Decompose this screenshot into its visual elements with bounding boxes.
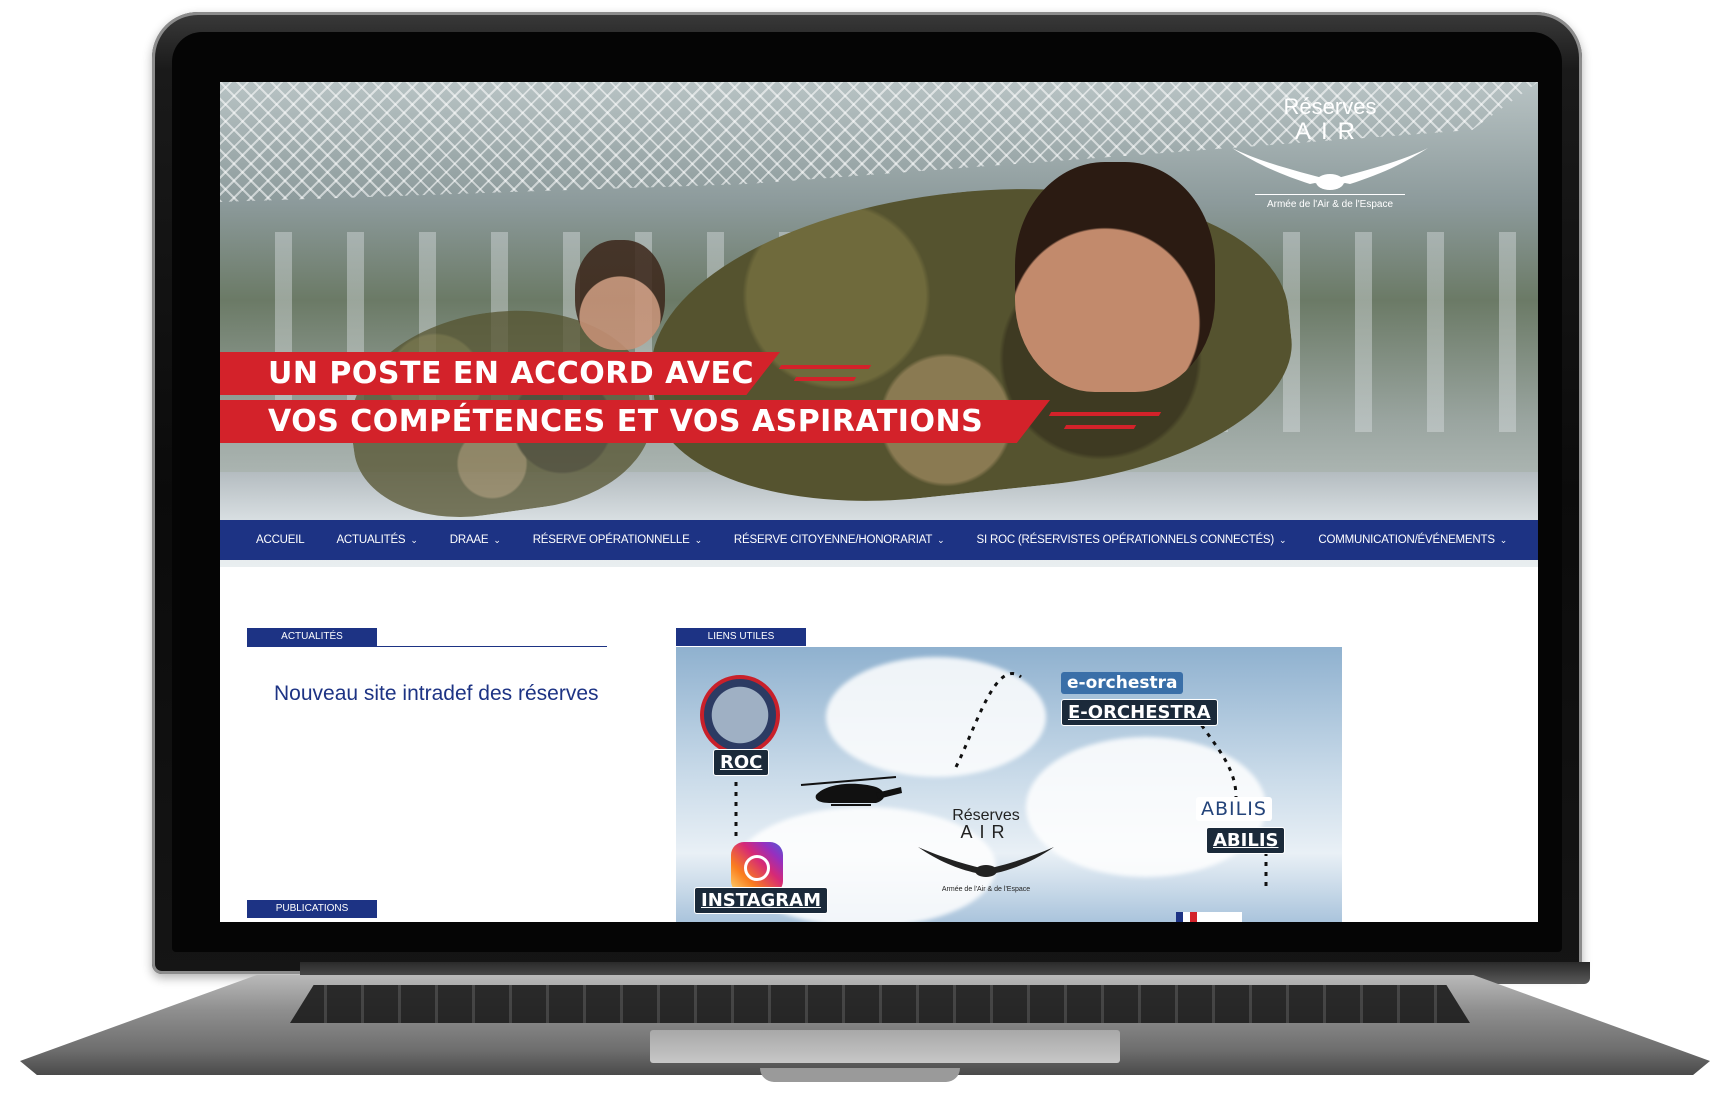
- main-navigation: ACCUEIL ACTUALITÉS ⌄ DRAAE ⌄ RÉSERVE OPÉRA…: [220, 520, 1538, 560]
- center-logo-line-3: Armée de l'Air & de l'Espace: [941, 886, 1031, 893]
- section-tag-publications: PUBLICATIONS: [247, 900, 377, 918]
- chevron-down-icon: ⌄: [1279, 534, 1287, 545]
- banner-streak: [1048, 412, 1162, 416]
- useful-links-panel: ROC e-orchestra E-ORCHESTRA ABILIS ABILI…: [676, 647, 1342, 922]
- soldier-foreground-head: [1015, 162, 1215, 392]
- laptop-trackpad: [650, 1030, 1120, 1063]
- nav-item-label: ACTUALITÉS: [336, 534, 406, 546]
- chevron-down-icon: ⌄: [694, 534, 703, 545]
- instagram-link[interactable]: INSTAGRAM: [694, 887, 829, 914]
- news-item-title[interactable]: Nouveau site intradef des réserves: [274, 682, 599, 706]
- laptop-notch: [760, 1068, 960, 1082]
- logo-line-3: Armée de l'Air & de l'Espace: [1255, 194, 1405, 210]
- e-orchestra-logo[interactable]: e-orchestra: [1061, 672, 1184, 694]
- hero-banner-line-1: UN POSTE EN ACCORD AVEC: [220, 352, 780, 395]
- roc-emblem-icon[interactable]: [700, 675, 780, 755]
- chevron-down-icon: ⌄: [937, 534, 945, 545]
- reserves-air-logo[interactable]: Réserves AIR Armée de l'Air & de l'Espac…: [1220, 92, 1440, 222]
- abilis-link[interactable]: ABILIS: [1206, 827, 1286, 854]
- logo-line-1: Réserves: [1283, 94, 1377, 119]
- chevron-down-icon: ⌄: [1499, 534, 1508, 545]
- e-orchestra-link[interactable]: E-ORCHESTRA: [1061, 699, 1218, 726]
- hero-banner-image: UN POSTE EN ACCORD AVEC VOS COMPÉTENCES …: [220, 82, 1538, 567]
- laptop-keyboard: [290, 985, 1470, 1023]
- nav-item-accueil[interactable]: ACCUEIL: [220, 534, 320, 546]
- nav-item-label: SI ROC (RÉSERVISTES OPÉRATIONNELS CONNEC…: [976, 534, 1275, 546]
- banner-streak: [1063, 425, 1137, 429]
- nav-item-label: DRAAE: [449, 534, 489, 546]
- banner-streak: [793, 377, 857, 381]
- reserves-air-center-logo: Réserves AIR Armée de l'Air & de l'Espac…: [916, 807, 1056, 893]
- divider: [247, 646, 607, 647]
- nav-item-label: COMMUNICATION/ÉVÉNEMENTS: [1318, 534, 1495, 546]
- soldier-background-head: [575, 240, 665, 350]
- nav-item-draae[interactable]: DRAAE ⌄: [434, 534, 517, 546]
- abilis-logo[interactable]: ABILIS: [1196, 797, 1272, 821]
- wings-handshake-icon: [918, 847, 1054, 877]
- nav-item-si-roc[interactable]: SI ROC (RÉSERVISTES OPÉRATIONNELS CONNEC…: [961, 534, 1303, 546]
- website-screen: UN POSTE EN ACCORD AVEC VOS COMPÉTENCES …: [220, 82, 1538, 922]
- nav-item-reserve-citoyenne[interactable]: RÉSERVE CITOYENNE/HONORARIAT ⌄: [718, 534, 961, 546]
- helicopter-icon: [800, 776, 902, 806]
- center-logo-line-2: AIR: [960, 822, 1012, 842]
- nav-item-label: ACCUEIL: [256, 534, 305, 546]
- banner-streak: [778, 365, 872, 369]
- wings-handshake-icon: [1232, 148, 1428, 190]
- hero-banner-line-2: VOS COMPÉTENCES ET VOS ASPIRATIONS: [220, 400, 1050, 443]
- nav-item-label: RÉSERVE CITOYENNE/HONORARIAT: [733, 534, 933, 546]
- roc-link[interactable]: ROC: [713, 749, 770, 776]
- french-flag-icon: [1176, 912, 1242, 922]
- nav-item-actualites[interactable]: ACTUALITÉS ⌄: [320, 534, 433, 546]
- section-tag-actualites: ACTUALITÉS: [247, 628, 377, 646]
- chevron-down-icon: ⌄: [493, 534, 501, 545]
- nav-item-reserve-operationnelle[interactable]: RÉSERVE OPÉRATIONNELLE ⌄: [517, 534, 718, 546]
- section-tag-liens-utiles: LIENS UTILES: [676, 628, 806, 646]
- chevron-down-icon: ⌄: [410, 534, 418, 545]
- nav-item-communication[interactable]: COMMUNICATION/ÉVÉNEMENTS ⌄: [1302, 534, 1523, 546]
- nav-item-label: RÉSERVE OPÉRATIONNELLE: [532, 534, 690, 546]
